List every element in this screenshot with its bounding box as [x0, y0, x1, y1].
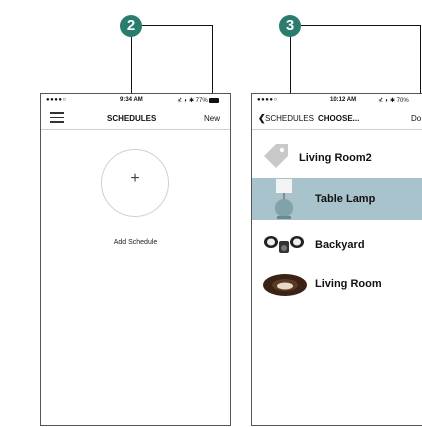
status-bar: ●●●●○ 9:34 AM ⊀ ◗ ✱ 77% [41, 94, 230, 107]
status-icons-battery-text: ⊀ ◗ ✱ 77% [177, 98, 208, 104]
add-schedule-button[interactable]: + [101, 149, 169, 217]
phone-screen-schedules: ●●●●○ 9:34 AM ⊀ ◗ ✱ 77% SCHEDULES New + … [40, 93, 231, 426]
callout-leader-line [301, 25, 421, 26]
hamburger-menu-icon[interactable] [50, 112, 64, 123]
status-time: 9:34 AM [120, 97, 143, 103]
status-time: 10:12 AM [330, 97, 357, 103]
tag-icon [264, 144, 288, 168]
phone-screen-choose-device: ●●●●○ 10:12 AM ⊀ ◗ ✱ 70% ❮ SCHEDULES CHO… [251, 93, 422, 426]
device-label: Living Room2 [299, 152, 372, 164]
page-title: SCHEDULES [107, 114, 157, 123]
device-row-backyard[interactable]: Backyard [252, 227, 422, 263]
status-indicators: ⊀ ◗ ✱ 70% [378, 97, 409, 104]
battery-icon [208, 97, 219, 103]
callout-marker-3: 3 [279, 15, 301, 37]
done-button[interactable]: Do [411, 114, 421, 123]
nav-bar: ❮ SCHEDULES CHOOSE... Do [252, 107, 422, 130]
plus-icon: + [130, 170, 140, 187]
device-label: Table Lamp [315, 193, 376, 205]
back-button[interactable]: SCHEDULES [265, 114, 314, 123]
status-icons-battery-text: ⊀ ◗ ✱ 70% [378, 98, 409, 104]
status-indicators: ⊀ ◗ ✱ 77% [177, 97, 219, 104]
new-button[interactable]: New [204, 114, 220, 123]
status-bar: ●●●●○ 10:12 AM ⊀ ◗ ✱ 70% [252, 94, 422, 107]
add-schedule-label: Add Schedule [113, 239, 158, 246]
device-row-living-room[interactable]: Living Room [252, 266, 422, 302]
callout-marker-2: 2 [120, 15, 142, 37]
device-label: Backyard [315, 239, 365, 251]
device-label: Living Room [315, 278, 382, 290]
nav-bar: SCHEDULES New [41, 107, 230, 130]
floodlight-icon [264, 236, 304, 253]
device-row-living-room2[interactable]: Living Room2 [252, 140, 422, 176]
callout-leader-line [142, 25, 212, 26]
recessed-light-icon [263, 274, 307, 296]
device-row-table-lamp[interactable]: Table Lamp [252, 178, 422, 220]
signal-strength: ●●●●○ [257, 97, 278, 103]
signal-strength: ●●●●○ [46, 97, 67, 103]
page-title: CHOOSE... [318, 114, 360, 123]
lamp-icon [275, 179, 293, 219]
